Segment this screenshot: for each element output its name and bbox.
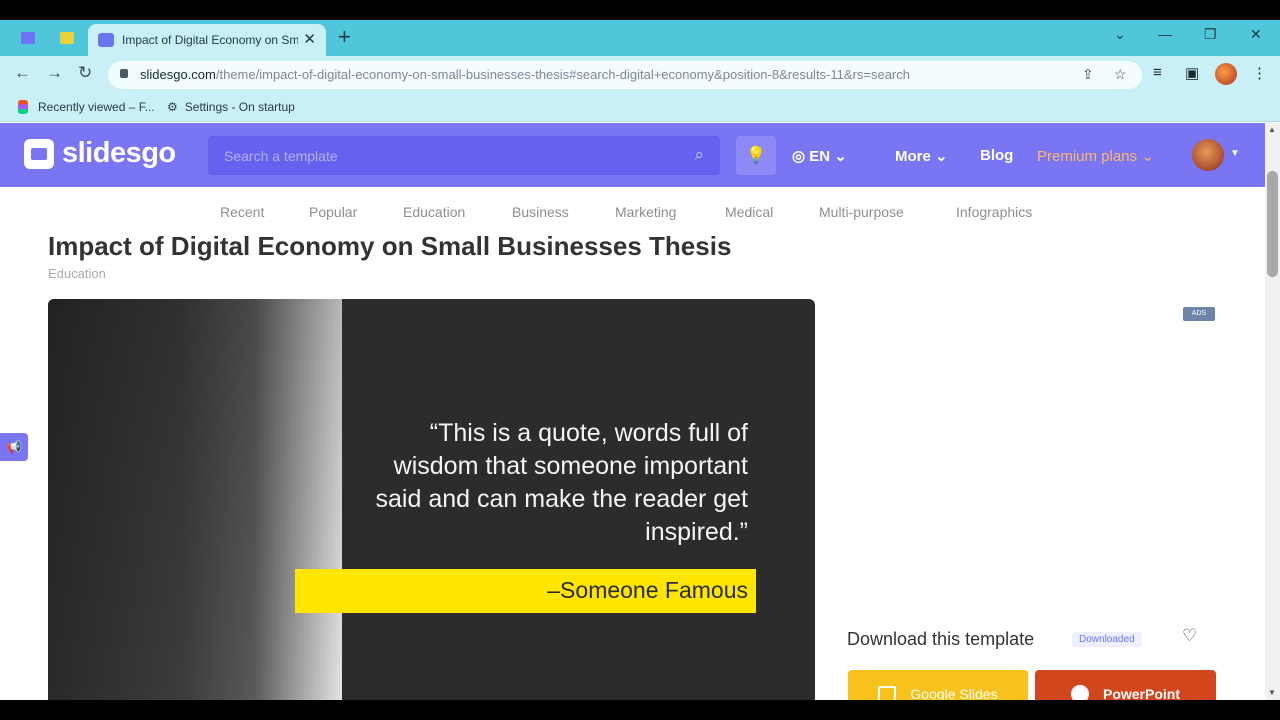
tab-active[interactable]: Impact of Digital Economy on Sm ✕ xyxy=(88,24,326,56)
megaphone-icon: 📢 xyxy=(6,440,22,454)
scroll-down-icon[interactable]: ▼ xyxy=(1268,688,1276,697)
language-label: EN xyxy=(809,148,831,165)
close-window-button[interactable]: ✕ xyxy=(1250,26,1262,43)
page-title: Impact of Digital Economy on Small Busin… xyxy=(48,231,732,261)
reload-button[interactable]: ↻ xyxy=(78,63,92,83)
powerpoint-icon xyxy=(1070,685,1089,700)
category-business[interactable]: Business xyxy=(512,204,569,220)
lock-icon xyxy=(120,69,128,78)
category-marketing[interactable]: Marketing xyxy=(615,204,676,220)
user-avatar[interactable] xyxy=(1192,139,1224,171)
app-icon xyxy=(60,32,74,44)
preview-quote: “This is a quote, words full of wisdom t… xyxy=(375,419,748,546)
search-placeholder: Search a template xyxy=(224,148,338,164)
bookmark-recently-viewed[interactable]: Recently viewed – F... xyxy=(18,100,155,114)
language-selector[interactable]: ◎ EN ⌄ xyxy=(792,147,847,165)
google-slides-label: Google Slides xyxy=(910,686,998,700)
scrollbar[interactable]: ▲ ▼ xyxy=(1265,123,1280,700)
bookmark-settings[interactable]: ⚙ Settings - On startup xyxy=(167,100,295,114)
bookmark-label: Settings - On startup xyxy=(184,100,295,114)
category-popular[interactable]: Popular xyxy=(309,204,357,220)
slidesgo-favicon-icon xyxy=(98,33,114,47)
slidesgo-logo[interactable]: slidesgo xyxy=(24,137,176,170)
download-title: Download this template xyxy=(847,629,1035,649)
figma-icon xyxy=(18,100,28,114)
chevron-down-icon[interactable]: ▼ xyxy=(1230,148,1240,159)
site-header: slidesgo Search a template ⌕ 💡 ◎ EN ⌄ Mo… xyxy=(0,123,1265,187)
scrollbar-thumb[interactable] xyxy=(1267,171,1278,277)
restore-button[interactable]: ❐ xyxy=(1204,26,1217,43)
powerpoint-button[interactable]: PowerPoint xyxy=(1035,670,1216,700)
side-panel-icon[interactable]: ▣ xyxy=(1185,64,1199,82)
video-frame: Impact of Digital Economy on Sm ✕ + ⌄ — … xyxy=(0,0,1280,720)
ad-badge: ADS xyxy=(1183,307,1215,321)
close-tab-icon[interactable]: ✕ xyxy=(303,30,316,48)
address-bar[interactable]: slidesgo.com/theme/impact-of-digital-eco… xyxy=(108,61,1142,89)
share-icon[interactable]: ⇪ xyxy=(1082,66,1094,83)
scroll-up-icon[interactable]: ▲ xyxy=(1268,125,1276,134)
tab-search-icon[interactable]: ⌄ xyxy=(1114,26,1126,43)
reading-list-icon[interactable]: ≡ xyxy=(1153,64,1162,81)
premium-label: Premium plans xyxy=(1037,148,1138,165)
menu-icon[interactable]: ⋮ xyxy=(1252,64,1267,82)
minimize-button[interactable]: — xyxy=(1158,26,1172,42)
browser-window: Impact of Digital Economy on Sm ✕ + ⌄ — … xyxy=(0,20,1280,700)
pinned-tab-1[interactable] xyxy=(17,27,39,49)
back-button[interactable]: ← xyxy=(14,63,31,83)
search-icon[interactable]: ⌕ xyxy=(694,145,704,165)
quote-author: –Someone Famous xyxy=(547,577,748,603)
bookmarks-bar: Recently viewed – F... ⚙ Settings - On s… xyxy=(0,94,1280,122)
tab-strip: Impact of Digital Economy on Sm ✕ + ⌄ — … xyxy=(0,20,1280,56)
google-slides-button[interactable]: Google Slides xyxy=(848,670,1028,700)
category-medical[interactable]: Medical xyxy=(725,204,773,220)
google-slides-icon xyxy=(878,686,897,700)
heart-icon[interactable]: ♡ xyxy=(1182,626,1197,646)
premium-plans-menu[interactable]: Premium plans ⌄ xyxy=(1037,147,1154,165)
forward-button[interactable]: → xyxy=(46,63,63,83)
pinned-tab-2[interactable] xyxy=(56,27,78,49)
url-text[interactable]: slidesgo.com/theme/impact-of-digital-eco… xyxy=(140,67,910,82)
page-category-link[interactable]: Education xyxy=(48,266,106,281)
new-tab-button[interactable]: + xyxy=(338,24,351,50)
main-content: Impact of Digital Economy on Small Busin… xyxy=(0,223,1265,700)
search-input[interactable]: Search a template ⌕ xyxy=(208,136,720,175)
profile-avatar[interactable] xyxy=(1215,63,1237,85)
quote-author-bar: –Someone Famous xyxy=(295,569,756,613)
template-preview[interactable]: “This is a quote, words full of wisdom t… xyxy=(48,299,815,700)
category-infographics[interactable]: Infographics xyxy=(956,204,1032,220)
category-education[interactable]: Education xyxy=(403,204,465,220)
category-recent[interactable]: Recent xyxy=(220,204,264,220)
logo-mark-icon xyxy=(24,138,54,169)
bookmark-label: Recently viewed – F... xyxy=(38,100,155,114)
app-icon xyxy=(21,32,35,44)
more-label: More xyxy=(895,148,931,165)
star-icon[interactable]: ☆ xyxy=(1114,66,1127,83)
powerpoint-label: PowerPoint xyxy=(1102,686,1180,700)
blog-link[interactable]: Blog xyxy=(980,147,1013,164)
logo-text: slidesgo xyxy=(62,137,176,169)
lightbulb-icon[interactable]: 💡 xyxy=(736,136,776,175)
tab-title: Impact of Digital Economy on Sm xyxy=(122,33,298,47)
downloaded-badge: Downloaded xyxy=(1072,632,1142,647)
photo-shade xyxy=(48,299,342,700)
feedback-tab[interactable]: 📢 xyxy=(0,433,28,461)
browser-toolbar: ← → ↻ slidesgo.com/theme/impact-of-digit… xyxy=(0,56,1280,94)
preview-photo xyxy=(48,299,342,700)
gear-icon: ⚙ xyxy=(167,100,178,114)
category-multi-purpose[interactable]: Multi-purpose xyxy=(819,204,904,220)
more-menu[interactable]: More ⌄ xyxy=(895,147,948,165)
